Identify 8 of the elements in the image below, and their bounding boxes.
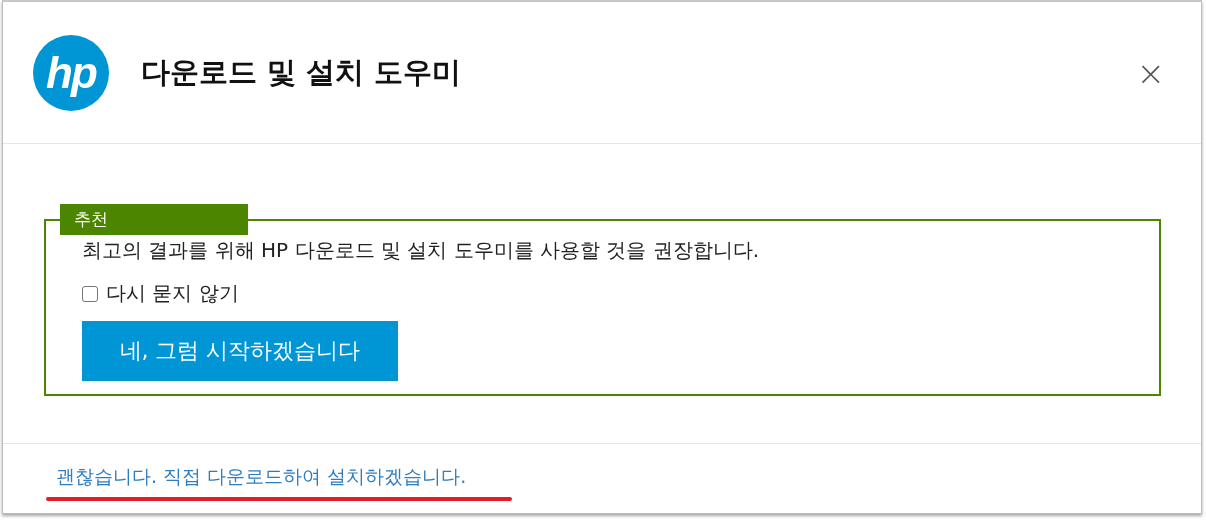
checkbox-label[interactable]: 다시 묻지 않기 (106, 280, 239, 307)
manual-download-link[interactable]: 괜찮습니다. 직접 다운로드하여 설치하겠습니다. (46, 464, 477, 490)
close-button[interactable]: × (1130, 52, 1171, 93)
logo: hp (33, 34, 109, 111)
dialog-title: 다운로드 및 설치 도우미 (141, 53, 463, 91)
recommendation-message: 최고의 결과를 위해 HP 다운로드 및 설치 도우미를 사용할 것을 권장합니다. (82, 237, 761, 264)
checkbox[interactable] (82, 285, 98, 302)
recommendation-badge: 추천 (60, 204, 248, 235)
